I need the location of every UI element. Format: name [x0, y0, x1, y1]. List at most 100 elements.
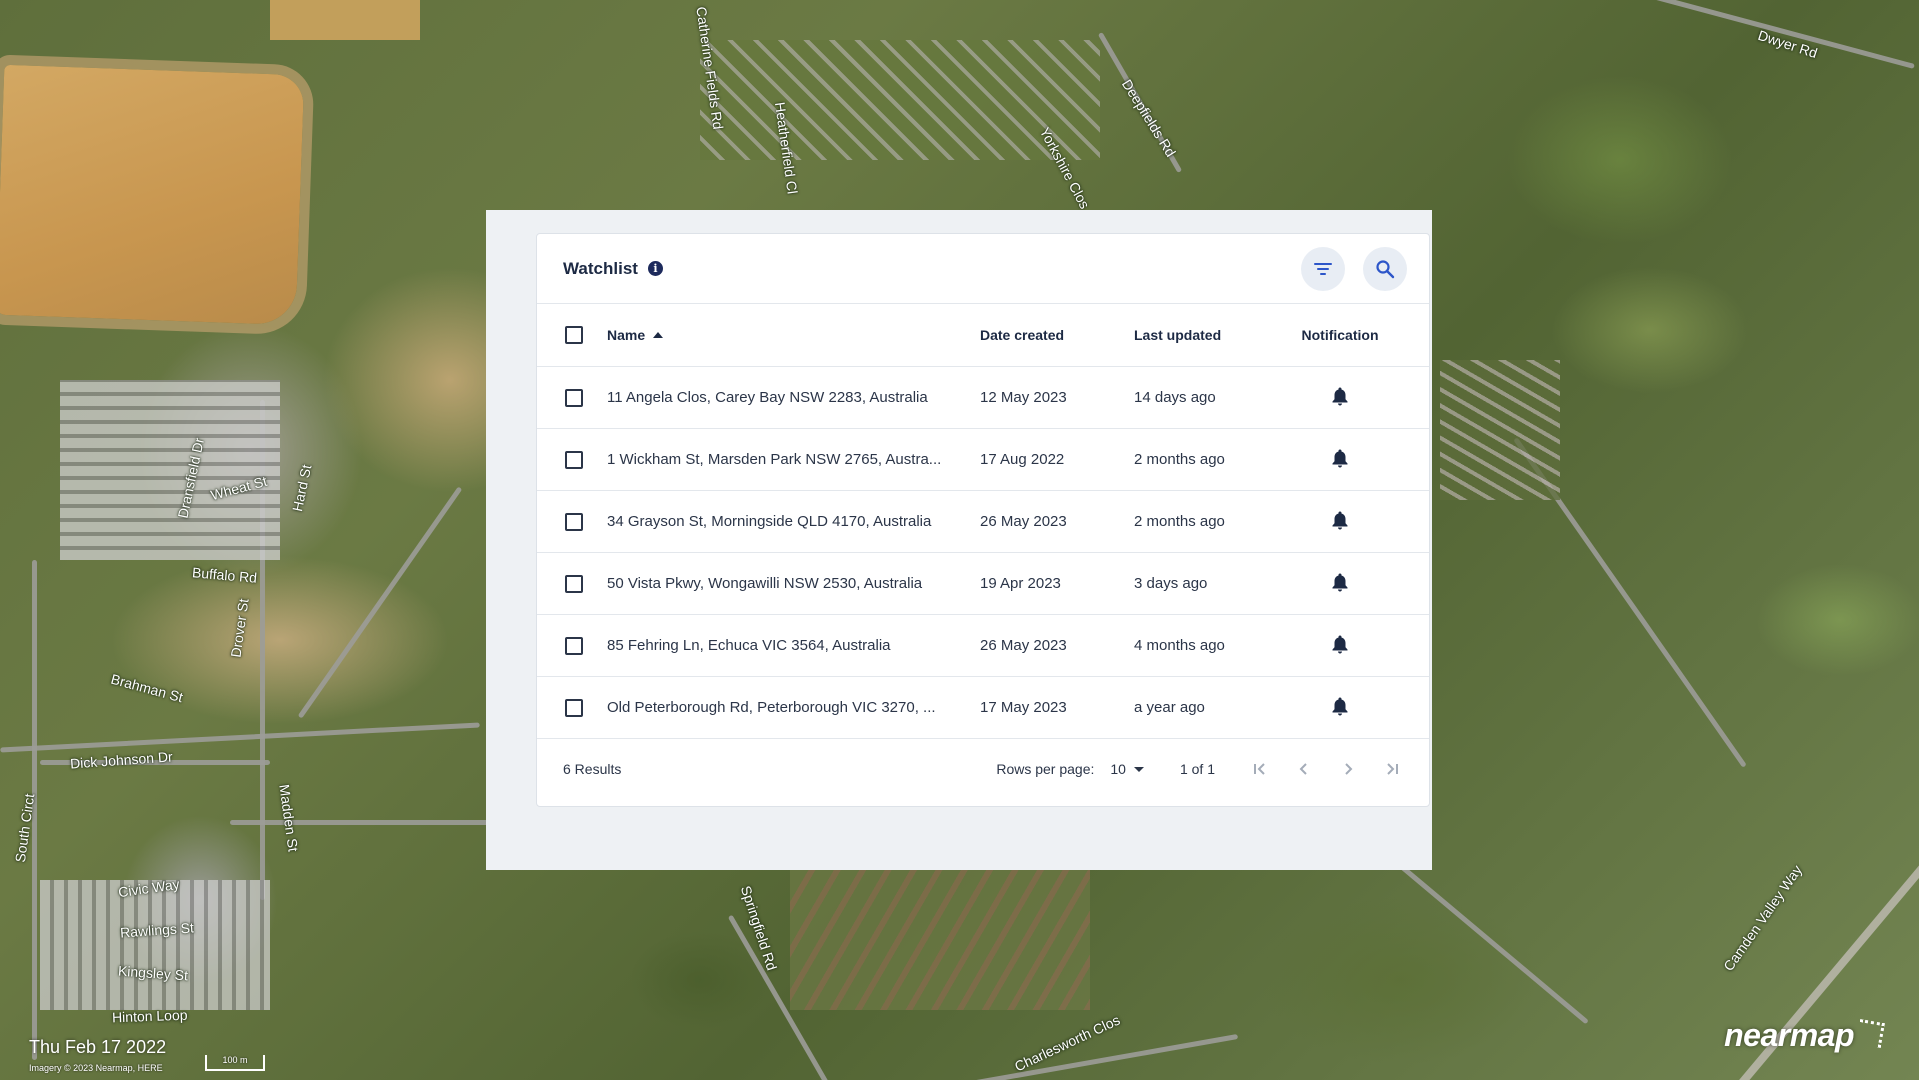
first-page-icon — [1254, 763, 1265, 775]
street-label: Brahman St — [109, 670, 185, 706]
row-address[interactable]: 50 Vista Pkwy, Wongawilli NSW 2530, Aust… — [607, 552, 980, 615]
row-checkbox[interactable] — [565, 512, 583, 531]
row-address[interactable]: 34 Grayson St, Morningside QLD 4170, Aus… — [607, 490, 980, 553]
watchlist-table: Name Date created Last updated Notificat… — [537, 304, 1429, 739]
row-date-created: 26 May 2023 — [980, 490, 1134, 553]
select-all-checkbox[interactable] — [565, 326, 583, 345]
notification-toggle[interactable] — [1331, 572, 1349, 596]
row-last-updated: 2 months ago — [1134, 428, 1289, 491]
logo-mark-icon — [1856, 1019, 1885, 1048]
row-date-created: 26 May 2023 — [980, 614, 1134, 677]
street-label: Dick Johnson Dr — [69, 748, 174, 772]
watchlist-title: Watchlist — [563, 258, 638, 278]
chevron-down-icon — [1133, 766, 1144, 772]
notification-toggle[interactable] — [1331, 696, 1349, 720]
notification-toggle[interactable] — [1331, 510, 1349, 534]
results-count: 6 Results — [563, 761, 622, 777]
map-houses — [60, 380, 280, 560]
row-address[interactable]: Old Peterborough Rd, Peterborough VIC 32… — [607, 676, 980, 739]
column-header-last-updated[interactable]: Last updated — [1134, 304, 1289, 367]
rows-per-page-select[interactable]: 10 — [1110, 761, 1144, 777]
notification-toggle[interactable] — [1331, 634, 1349, 658]
street-label: Buffalo Rd — [191, 564, 258, 586]
table-row[interactable]: 1 Wickham St, Marsden Park NSW 2765, Aus… — [537, 428, 1429, 491]
notification-toggle[interactable] — [1331, 448, 1349, 472]
bell-icon — [1332, 697, 1348, 715]
row-last-updated: a year ago — [1134, 676, 1289, 739]
rows-per-page-value: 10 — [1110, 761, 1126, 777]
map-road — [1585, 0, 1915, 69]
last-page-button[interactable] — [1381, 758, 1403, 780]
row-date-created: 12 May 2023 — [980, 366, 1134, 429]
table-header-row: Name Date created Last updated Notificat… — [537, 304, 1429, 367]
first-page-button[interactable] — [1249, 758, 1271, 780]
pagination — [1249, 758, 1403, 780]
street-label: Drover St — [227, 597, 252, 659]
street-label: Hinton Loop — [111, 1006, 188, 1026]
notification-toggle[interactable] — [1331, 386, 1349, 410]
watchlist-card: Watchlist i Name Date created Last updat… — [536, 233, 1430, 807]
row-checkbox[interactable] — [565, 388, 583, 407]
chevron-left-icon — [1299, 763, 1307, 775]
bell-icon — [1332, 511, 1348, 529]
next-page-button[interactable] — [1337, 758, 1359, 780]
row-date-created: 17 Aug 2022 — [980, 428, 1134, 491]
row-last-updated: 2 months ago — [1134, 490, 1289, 553]
row-checkbox[interactable] — [565, 636, 583, 655]
rows-per-page-label: Rows per page: — [996, 761, 1095, 777]
column-header-date-created[interactable]: Date created — [980, 304, 1134, 367]
bell-icon — [1332, 449, 1348, 467]
table-footer: 6 Results Rows per page: 10 1 of 1 — [537, 739, 1429, 799]
last-page-icon — [1387, 763, 1398, 775]
previous-page-button[interactable] — [1293, 758, 1315, 780]
bell-icon — [1332, 387, 1348, 405]
map-road — [297, 486, 463, 719]
row-address[interactable]: 85 Fehring Ln, Echuca VIC 3564, Australi… — [607, 614, 980, 677]
table-row[interactable]: 34 Grayson St, Morningside QLD 4170, Aus… — [537, 490, 1429, 553]
row-address[interactable]: 1 Wickham St, Marsden Park NSW 2765, Aus… — [607, 428, 980, 491]
column-header-name[interactable]: Name — [607, 304, 980, 367]
imagery-date: Thu Feb 17 2022 — [29, 1037, 167, 1057]
map-road — [230, 820, 530, 825]
page-indicator: 1 of 1 — [1179, 761, 1215, 777]
map-fields — [790, 870, 1090, 1010]
row-last-updated: 3 days ago — [1134, 552, 1289, 615]
row-last-updated: 14 days ago — [1134, 366, 1289, 429]
watchlist-header: Watchlist i — [537, 234, 1429, 304]
search-button[interactable] — [1363, 247, 1407, 291]
filter-icon — [1314, 263, 1332, 275]
bell-icon — [1332, 635, 1348, 653]
search-icon — [1376, 260, 1395, 279]
row-checkbox[interactable] — [565, 574, 583, 593]
row-last-updated: 4 months ago — [1134, 614, 1289, 677]
table-row[interactable]: 85 Fehring Ln, Echuca VIC 3564, Australi… — [537, 614, 1429, 677]
imagery-credit: Imagery © 2023 Nearmap, HERE — [29, 1063, 163, 1073]
street-label: Deepfields Rd — [1118, 76, 1180, 160]
map-scale-bar: 100 m — [205, 1055, 265, 1071]
map-dam-north — [270, 0, 420, 40]
map-houses — [700, 40, 1100, 160]
street-label: Springfield Rd — [737, 883, 781, 973]
info-icon[interactable]: i — [647, 261, 663, 276]
row-date-created: 17 May 2023 — [980, 676, 1134, 739]
map-road — [0, 722, 480, 753]
row-checkbox[interactable] — [565, 450, 583, 469]
table-row[interactable]: 50 Vista Pkwy, Wongawilli NSW 2530, Aust… — [537, 552, 1429, 615]
table-row[interactable]: Old Peterborough Rd, Peterborough VIC 32… — [537, 676, 1429, 739]
watchlist-panel: Watchlist i Name Date created Last updat… — [486, 210, 1432, 870]
sort-ascending-icon — [653, 332, 664, 339]
chevron-right-icon — [1345, 763, 1353, 775]
column-header-notification: Notification — [1289, 304, 1429, 367]
street-label: Hard St — [288, 463, 315, 513]
filter-button[interactable] — [1301, 247, 1345, 291]
map-fields — [1440, 360, 1560, 500]
row-address[interactable]: 11 Angela Clos, Carey Bay NSW 2283, Aust… — [607, 366, 980, 429]
table-row[interactable]: 11 Angela Clos, Carey Bay NSW 2283, Aust… — [537, 366, 1429, 429]
row-date-created: 19 Apr 2023 — [980, 552, 1134, 615]
row-checkbox[interactable] — [565, 698, 583, 717]
map-houses — [40, 880, 270, 1010]
street-label: Madden St — [276, 783, 302, 853]
bell-icon — [1332, 573, 1348, 591]
logo-text: nearmap — [1724, 1017, 1854, 1053]
map-dam — [0, 64, 305, 326]
